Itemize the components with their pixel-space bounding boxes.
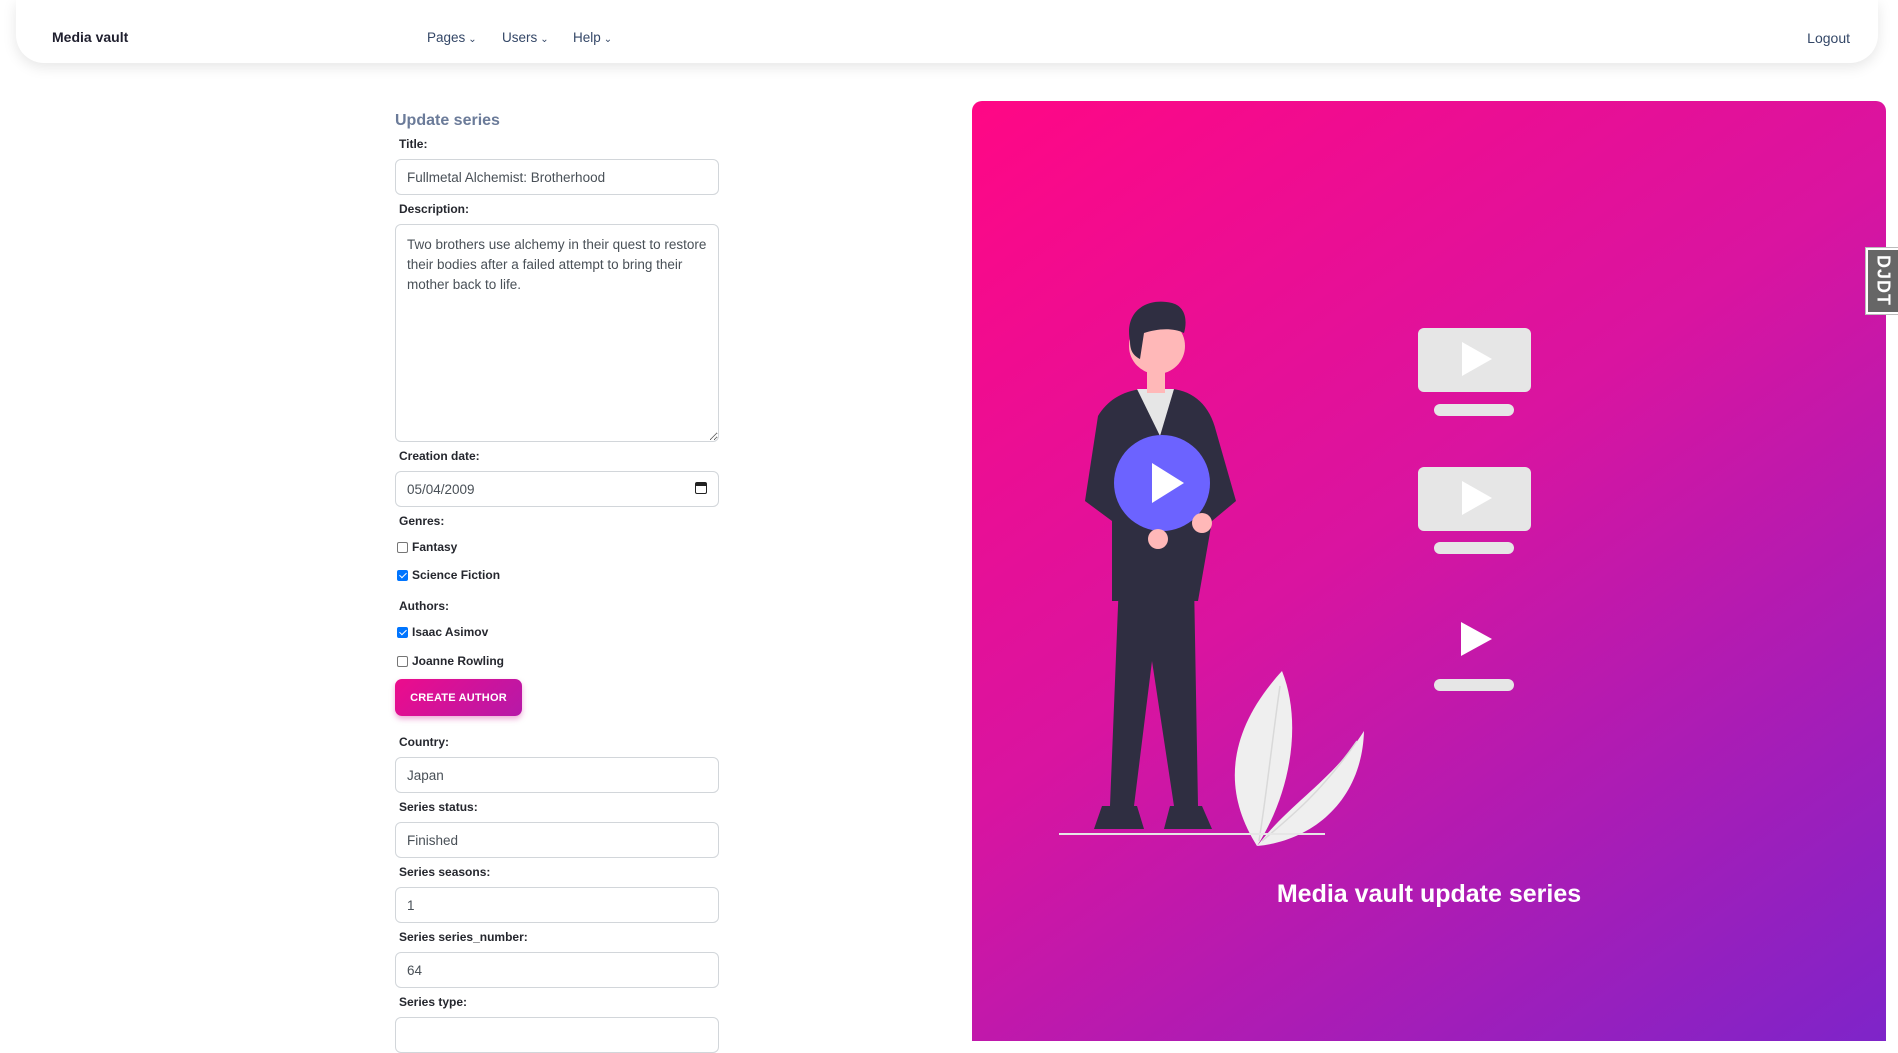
series-type-label: Series type:	[399, 995, 468, 1009]
creation-date-input[interactable]	[395, 471, 719, 507]
brand-link[interactable]: Media vault	[52, 29, 128, 45]
leaf-decoration	[1234, 671, 1364, 846]
navbar: Media vault Pages ⌄ Users ⌄ Help ⌄ Logout	[16, 0, 1878, 63]
title-label: Title:	[399, 137, 428, 151]
country-input[interactable]	[395, 757, 719, 793]
description-label: Description:	[399, 202, 470, 216]
genre-option-science-fiction[interactable]: Science Fiction	[397, 568, 500, 582]
person-with-play-buttons-illustration	[1059, 301, 1531, 846]
person-figure	[1085, 301, 1236, 829]
author-option-isaac-asimov[interactable]: Isaac Asimov	[397, 625, 488, 639]
author-label: Isaac Asimov	[412, 625, 489, 639]
calendar-icon[interactable]	[695, 482, 707, 494]
play-icon	[1434, 622, 1514, 691]
title-input[interactable]	[395, 159, 719, 195]
country-label: Country:	[399, 735, 449, 749]
genres-label: Genres:	[399, 514, 445, 528]
checkbox[interactable]	[397, 655, 408, 667]
series-number-label: Series series_number:	[399, 930, 528, 944]
chevron-down-icon: ⌄	[540, 34, 549, 45]
debug-toolbar-handle[interactable]: DJDT	[1866, 248, 1898, 314]
create-author-button[interactable]: CREATE AUTHOR	[395, 679, 522, 716]
genre-option-fantasy[interactable]: Fantasy	[397, 540, 457, 554]
series-type-select[interactable]	[395, 1017, 719, 1053]
checkbox[interactable]	[397, 626, 408, 638]
series-seasons-input[interactable]	[395, 887, 719, 923]
authors-label: Authors:	[399, 599, 449, 613]
nav-help-dropdown[interactable]: Help ⌄	[573, 30, 612, 45]
chevron-down-icon: ⌄	[603, 34, 613, 45]
nav-help-label: Help	[573, 30, 601, 45]
series-status-input[interactable]	[395, 822, 719, 858]
creation-date-field[interactable]	[395, 471, 719, 507]
nav-users-label: Users	[502, 30, 538, 45]
series-number-input[interactable]	[395, 952, 719, 988]
description-textarea[interactable]: Two brothers use alchemy in their quest …	[395, 224, 719, 442]
author-label: Joanne Rowling	[412, 654, 505, 668]
video-screen-icon	[1418, 467, 1531, 554]
form-title: Update series	[395, 112, 500, 129]
nav-users-dropdown[interactable]: Users ⌄	[502, 30, 549, 45]
checkbox[interactable]	[397, 569, 408, 581]
nav-pages-label: Pages	[427, 30, 466, 45]
logout-link[interactable]: Logout	[1807, 30, 1850, 46]
series-status-label: Series status:	[399, 800, 478, 814]
hero-panel: Media vault update series	[972, 101, 1886, 1041]
creation-date-label: Creation date:	[399, 449, 480, 463]
series-seasons-label: Series seasons:	[399, 865, 491, 879]
hero-title: Media vault update series	[1276, 880, 1582, 908]
video-screen-icon	[1418, 328, 1531, 416]
nav-pages-dropdown[interactable]: Pages ⌄	[427, 30, 477, 45]
genre-label: Fantasy	[412, 540, 458, 554]
chevron-down-icon: ⌄	[468, 34, 477, 45]
genre-label: Science Fiction	[412, 568, 501, 582]
checkbox[interactable]	[397, 541, 408, 553]
author-option-joanne-rowling[interactable]: Joanne Rowling	[397, 654, 504, 668]
